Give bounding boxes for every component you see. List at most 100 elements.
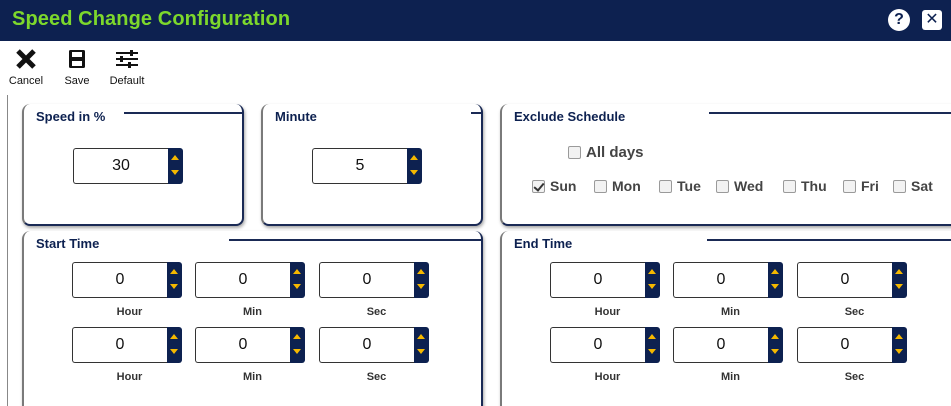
arrow-up-icon[interactable] [648,269,656,274]
save-icon [69,50,85,68]
day-checkbox-sat[interactable]: Sat [893,178,933,194]
stepper-arrows[interactable] [645,327,660,363]
day-checkbox-thu[interactable]: Thu [783,178,827,194]
minute-value[interactable]: 5 [312,148,407,184]
arrow-up-icon[interactable] [293,269,301,274]
arrow-down-icon[interactable] [771,349,779,354]
stepper-arrows[interactable] [768,327,783,363]
stepper-arrows[interactable] [768,262,783,298]
arrow-down-icon[interactable] [170,349,178,354]
hour-label: Hour [116,306,143,318]
end-hour-value[interactable]: 0 [550,262,645,298]
day-box-tue[interactable] [659,179,672,193]
arrow-down-icon[interactable] [417,349,425,354]
arrow-up-icon[interactable] [895,334,903,339]
end-hour-value-2[interactable]: 0 [550,327,645,363]
arrow-up-icon[interactable] [170,269,178,274]
arrow-up-icon[interactable] [170,334,178,339]
end-min-value-2[interactable]: 0 [673,327,768,363]
save-label: Save [64,75,90,87]
arrow-up-icon[interactable] [171,155,179,160]
all-days-box[interactable] [568,146,581,159]
cancel-label: Cancel [8,75,44,87]
start-min-value-2[interactable]: 0 [195,327,290,363]
sec-label: Sec [366,306,387,318]
start-hour-value-2[interactable]: 0 [72,327,167,363]
arrow-up-icon[interactable] [410,155,418,160]
day-box-mon[interactable] [594,179,607,193]
day-checkbox-tue[interactable]: Tue [659,178,701,194]
end-min-value[interactable]: 0 [673,262,768,298]
arrow-up-icon[interactable] [771,334,779,339]
day-box-wed[interactable] [716,179,729,193]
day-box-thu[interactable] [783,179,796,193]
min-label: Min [721,371,740,383]
arrow-up-icon[interactable] [771,269,779,274]
stepper-arrows[interactable] [645,262,660,298]
stepper-arrows[interactable] [167,262,182,298]
window-title: Speed Change Configuration [12,8,291,30]
day-box-sat[interactable] [893,179,906,193]
speed-stepper[interactable]: 30 [73,148,183,184]
end-sec-stepper-2[interactable]: 0 [797,327,907,363]
arrow-down-icon[interactable] [293,349,301,354]
start-hour-value[interactable]: 0 [72,262,167,298]
stepper-arrows[interactable] [892,262,907,298]
start-sec-value[interactable]: 0 [319,262,414,298]
arrow-down-icon[interactable] [410,170,418,175]
arrow-down-icon[interactable] [895,284,903,289]
end-hour-stepper-2[interactable]: 0 [550,327,660,363]
start-time-panel: Start Time 0 0 0 Hour Min Sec 0 0 0 Hour… [22,231,483,406]
stepper-arrows[interactable] [892,327,907,363]
start-min-stepper[interactable]: 0 [195,262,305,298]
start-time-title: Start Time [36,236,100,251]
start-min-value[interactable]: 0 [195,262,290,298]
speed-arrows[interactable] [168,148,183,184]
end-min-stepper[interactable]: 0 [673,262,783,298]
end-sec-value-2[interactable]: 0 [797,327,892,363]
save-button[interactable]: Save [62,46,92,87]
stepper-arrows[interactable] [290,262,305,298]
end-min-stepper-2[interactable]: 0 [673,327,783,363]
all-days-checkbox[interactable]: All days [568,144,644,161]
arrow-down-icon[interactable] [771,284,779,289]
minute-arrows[interactable] [407,148,422,184]
stepper-arrows[interactable] [167,327,182,363]
help-button[interactable]: ? [888,9,910,31]
arrow-down-icon[interactable] [171,170,179,175]
arrow-down-icon[interactable] [293,284,301,289]
end-hour-stepper[interactable]: 0 [550,262,660,298]
arrow-up-icon[interactable] [417,334,425,339]
day-checkbox-fri[interactable]: Fri [843,178,879,194]
arrow-down-icon[interactable] [895,349,903,354]
arrow-up-icon[interactable] [417,269,425,274]
close-button[interactable]: ✕ [922,10,942,30]
minute-stepper[interactable]: 5 [312,148,422,184]
start-sec-value-2[interactable]: 0 [319,327,414,363]
start-sec-stepper[interactable]: 0 [319,262,429,298]
arrow-up-icon[interactable] [648,334,656,339]
day-box-sun[interactable] [532,179,545,193]
start-hour-stepper[interactable]: 0 [72,262,182,298]
arrow-down-icon[interactable] [648,349,656,354]
arrow-up-icon[interactable] [895,269,903,274]
default-button[interactable]: Default [104,46,150,87]
start-sec-stepper-2[interactable]: 0 [319,327,429,363]
end-sec-value[interactable]: 0 [797,262,892,298]
start-hour-stepper-2[interactable]: 0 [72,327,182,363]
cancel-button[interactable]: Cancel [8,46,44,87]
arrow-down-icon[interactable] [417,284,425,289]
stepper-arrows[interactable] [414,262,429,298]
stepper-arrows[interactable] [290,327,305,363]
day-checkbox-sun[interactable]: Sun [532,178,576,194]
arrow-down-icon[interactable] [170,284,178,289]
day-checkbox-mon[interactable]: Mon [594,178,641,194]
end-sec-stepper[interactable]: 0 [797,262,907,298]
day-checkbox-wed[interactable]: Wed [716,178,763,194]
stepper-arrows[interactable] [414,327,429,363]
arrow-down-icon[interactable] [648,284,656,289]
arrow-up-icon[interactable] [293,334,301,339]
start-min-stepper-2[interactable]: 0 [195,327,305,363]
day-box-fri[interactable] [843,179,856,193]
speed-value[interactable]: 30 [73,148,168,184]
